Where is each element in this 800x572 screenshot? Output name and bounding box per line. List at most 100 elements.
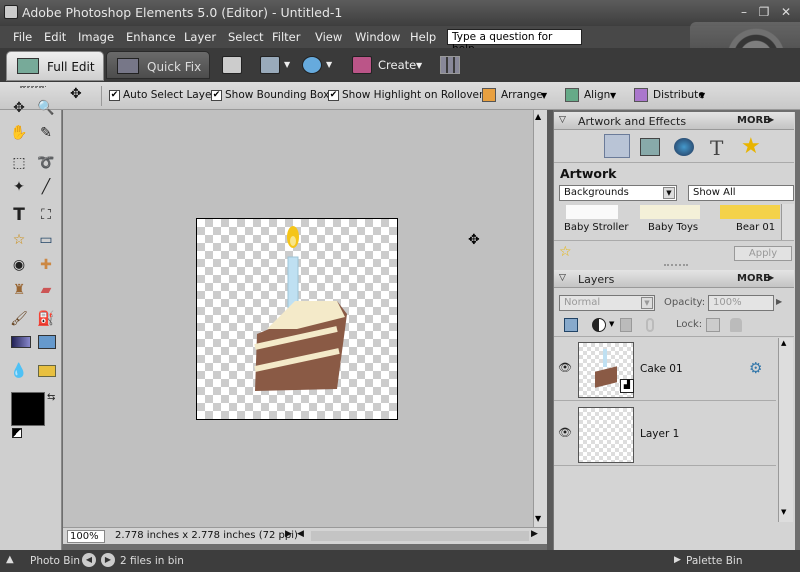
scroll-up-icon[interactable]: ▲ [535, 112, 541, 121]
move-tool-icon[interactable]: ✥ [8, 97, 30, 119]
link-layer-icon[interactable] [646, 318, 654, 332]
brush-tool-icon[interactable]: 🖌 [8, 308, 30, 330]
layer-row-background[interactable]: 👁 Layer 1 [554, 402, 776, 466]
zoom-field[interactable]: 100% [67, 530, 105, 543]
artwork-more-arrow-icon[interactable]: ▶ [768, 115, 774, 124]
bounding-box-checkbox[interactable]: ✔ [211, 90, 222, 101]
crop-tool-icon[interactable]: ⛶ [35, 204, 57, 226]
menu-filter[interactable]: Filter [272, 30, 300, 44]
selection-brush-tool-icon[interactable]: ╱ [35, 176, 57, 198]
menu-view[interactable]: View [315, 30, 342, 44]
clone-stamp-tool-icon[interactable]: ♜ [8, 279, 30, 301]
straighten-tool-icon[interactable]: ▭ [35, 229, 57, 251]
paint-bucket-tool-icon[interactable]: ⛽ [35, 308, 57, 330]
eye-icon[interactable]: 👁 [558, 361, 572, 374]
workspace-grid-icon[interactable] [440, 56, 460, 74]
status-menu-arrow-icon[interactable]: ▶ [285, 529, 292, 539]
filters-tab-icon[interactable] [674, 138, 694, 156]
highlight-checkbox[interactable]: ✔ [328, 90, 339, 101]
layers-scrollbar[interactable]: ▲ ▼ [778, 338, 793, 522]
default-colors-icon[interactable] [12, 428, 22, 438]
filter-select[interactable]: Show All [688, 185, 794, 201]
minimize-icon[interactable]: – [736, 5, 752, 19]
lock-all-icon[interactable] [730, 318, 742, 332]
effects-tab-icon[interactable] [640, 138, 660, 156]
marquee-tool-icon[interactable]: ⬚ [8, 152, 30, 174]
adjustment-layer-icon[interactable] [592, 318, 606, 332]
collapse-artwork-icon[interactable]: ▽ [559, 115, 566, 125]
lock-transparency-icon[interactable] [706, 318, 720, 332]
layers-panel-header[interactable]: ▽ Layers MORE ▶ [554, 270, 794, 288]
menu-edit[interactable]: Edit [44, 30, 66, 44]
palette-bin-arrow-icon[interactable]: ▶ [674, 555, 681, 565]
text-effects-tab-icon[interactable]: T [710, 136, 723, 160]
align-button[interactable]: Align [584, 89, 610, 101]
foreground-color-swatch[interactable] [11, 392, 45, 426]
layer-name[interactable]: Layer 1 [640, 428, 679, 440]
bin-next-icon[interactable]: ▶ [101, 553, 115, 567]
layer-name[interactable]: Cake 01 [640, 363, 683, 375]
gradient-tool-icon[interactable] [11, 336, 31, 348]
blend-mode-select[interactable]: Normal ▼ [559, 295, 655, 311]
red-eye-tool-icon[interactable]: ◉ [8, 254, 30, 276]
create-button[interactable]: Create [378, 58, 416, 80]
add-favorite-icon[interactable]: ☆ [559, 244, 572, 260]
eye-icon[interactable]: 👁 [558, 426, 572, 439]
adjustment-arrow-icon[interactable]: ▼ [609, 320, 614, 328]
scroll-up-icon[interactable]: ▲ [781, 339, 786, 347]
swap-colors-icon[interactable]: ⇆ [47, 392, 55, 403]
apply-button[interactable]: Apply [734, 246, 792, 261]
document-canvas[interactable] [196, 218, 398, 420]
arrange-arrow-icon[interactable]: ▼ [541, 91, 547, 100]
share-icon[interactable] [302, 56, 322, 74]
opacity-arrow-icon[interactable]: ▶ [776, 297, 782, 306]
palette-bin-label[interactable]: Palette Bin [686, 555, 742, 567]
menu-window[interactable]: Window [355, 30, 400, 44]
vertical-scrollbar[interactable]: ▲ ▼ [533, 110, 547, 528]
hand-tool-icon[interactable]: ✋ [8, 122, 30, 144]
arrange-button[interactable]: Arrange [501, 89, 543, 101]
zoom-tool-icon[interactable]: 🔍 [35, 97, 57, 119]
cookie-cutter-tool-icon[interactable]: ☆ [8, 229, 30, 251]
layer-settings-gear-icon[interactable]: ⚙ [749, 359, 762, 377]
lasso-tool-icon[interactable]: ➰ [35, 152, 57, 174]
eyedropper-tool-icon[interactable]: ✎ [35, 122, 57, 144]
opacity-field[interactable]: 100% [708, 295, 774, 311]
artwork-more-button[interactable]: MORE [737, 115, 770, 126]
distribute-arrow-icon[interactable]: ▼ [699, 91, 705, 100]
align-arrow-icon[interactable]: ▼ [610, 91, 616, 100]
photo-bin-label[interactable]: Photo Bin [30, 555, 80, 567]
scroll-right-icon[interactable]: ▶ [531, 529, 538, 539]
layers-more-button[interactable]: MORE [737, 273, 770, 284]
delete-layer-icon[interactable] [620, 318, 632, 332]
layers-more-arrow-icon[interactable]: ▶ [768, 273, 774, 282]
create-arrow-icon[interactable]: ▼ [416, 61, 422, 70]
new-layer-icon[interactable] [564, 318, 578, 332]
create-icon[interactable] [352, 56, 372, 74]
scroll-down-icon[interactable]: ▼ [535, 514, 541, 523]
bin-prev-icon[interactable]: ◀ [82, 553, 96, 567]
blur-tool-icon[interactable]: 💧 [8, 360, 30, 382]
tab-quick-fix[interactable]: Quick Fix [106, 51, 210, 79]
photo-bin-arrow-icon[interactable]: ▲ [6, 554, 14, 565]
restore-icon[interactable]: ❐ [756, 5, 772, 19]
menu-enhance[interactable]: Enhance [126, 30, 176, 44]
artwork-tab-icon[interactable] [604, 134, 630, 158]
sponge-tool-icon[interactable] [38, 365, 56, 377]
category-select[interactable]: Backgrounds ▼ [559, 185, 677, 201]
shape-tool-icon[interactable] [38, 335, 56, 349]
type-tool-icon[interactable]: T [8, 204, 30, 226]
help-search-input[interactable]: Type a question for help [447, 29, 582, 55]
cake-artwork[interactable] [197, 219, 397, 419]
menu-help[interactable]: Help [410, 30, 436, 44]
artwork-thumb-3[interactable] [720, 205, 780, 219]
artwork-panel-header[interactable]: ▽ Artwork and Effects MORE ▶ [554, 112, 794, 130]
print-icon[interactable] [222, 56, 242, 74]
layer-row-cake[interactable]: 👁 ▟ Cake 01 ⚙ [554, 337, 776, 401]
share-arrow-icon[interactable]: ▼ [326, 60, 332, 69]
eraser-tool-icon[interactable]: ▰ [35, 279, 57, 301]
collapse-layers-icon[interactable]: ▽ [559, 273, 566, 283]
scroll-down-icon[interactable]: ▼ [781, 508, 786, 516]
artwork-thumb-2[interactable] [640, 205, 700, 219]
close-icon[interactable]: ✕ [778, 5, 794, 19]
